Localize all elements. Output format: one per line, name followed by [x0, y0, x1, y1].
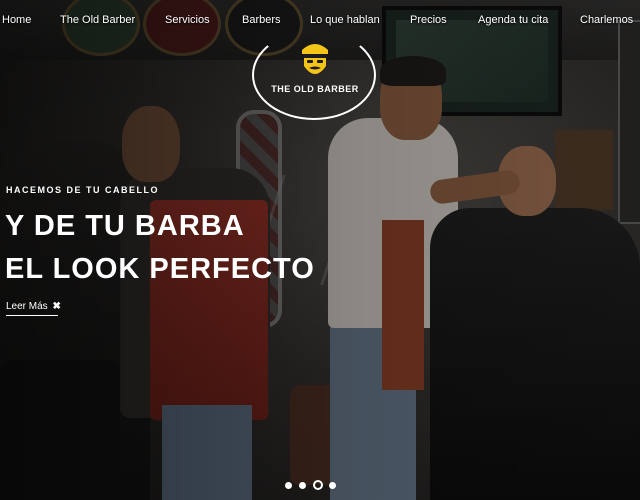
barber-face-icon [302, 44, 328, 74]
nav-item-the-old-barber[interactable]: The Old Barber [60, 14, 135, 26]
logo-text: THE OLD BARBER [271, 84, 359, 94]
nav-item-barbers[interactable]: Barbers [242, 14, 281, 26]
nav-item-precios[interactable]: Precios [410, 14, 447, 26]
nav-item-lo-que-hablan[interactable]: Lo que hablan [310, 14, 380, 26]
nav-item-charlemos[interactable]: Charlemos [580, 14, 633, 26]
slider-dot-1[interactable] [285, 482, 292, 489]
nav-item-servicios[interactable]: Servicios [165, 14, 210, 26]
site-logo[interactable]: THE OLD BARBER [250, 26, 380, 120]
slider-dot-2[interactable] [299, 482, 306, 489]
slider-dot-3-active[interactable] [313, 480, 323, 490]
hero-headline-line1: Y DE TU BARBA [5, 210, 245, 242]
nav-item-home[interactable]: Home [2, 14, 31, 26]
read-more-label: Leer Más [6, 301, 48, 312]
hero-headline-line2: EL LOOK PERFECTO [5, 253, 315, 285]
read-more-underline [6, 315, 58, 316]
read-more-link[interactable]: Leer Más ✖ [6, 301, 61, 312]
nav-item-agenda[interactable]: Agenda tu cita [478, 14, 548, 26]
slider-dot-4[interactable] [329, 482, 336, 489]
hero-kicker: HACEMOS DE TU CABELLO [6, 185, 159, 195]
scissors-cross-icon: ✖ [52, 301, 61, 312]
